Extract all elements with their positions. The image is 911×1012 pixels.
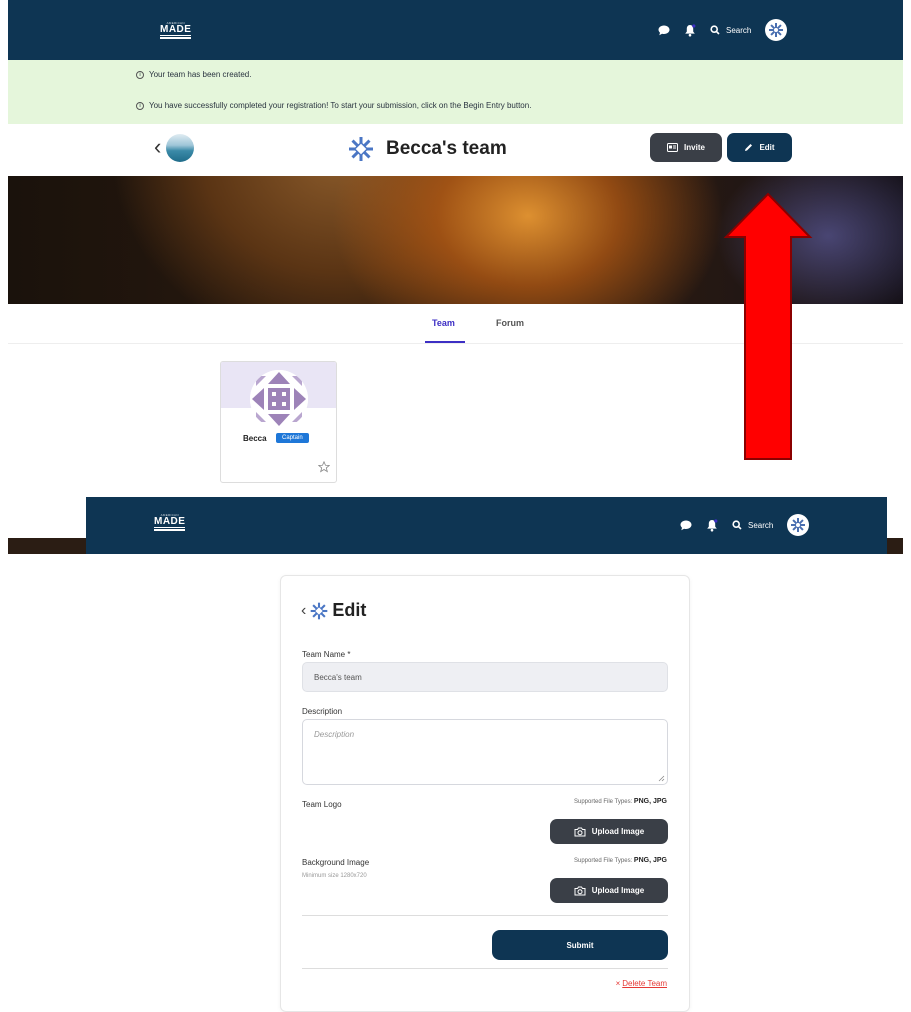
nav-actions: Search: [680, 514, 810, 536]
user-avatar[interactable]: [765, 19, 788, 41]
delete-team-label: Delete Team: [622, 979, 667, 988]
bell-icon[interactable]: [684, 23, 696, 37]
invite-button[interactable]: Invite: [650, 133, 722, 162]
resize-grip-icon[interactable]: [658, 775, 665, 782]
team-name-label: Team Name *: [302, 650, 351, 659]
alert-registration-complete: i You have successfully completed your r…: [136, 101, 531, 110]
tab-team[interactable]: Team: [432, 318, 455, 328]
chat-icon[interactable]: [680, 520, 692, 531]
quilt-pattern-icon: [250, 370, 308, 428]
search-button[interactable]: Search: [710, 25, 751, 35]
brand-logo[interactable]: AMERICAN MADE: [160, 21, 192, 39]
nav-actions: Search: [658, 19, 788, 41]
tab-forum[interactable]: Forum: [496, 318, 524, 328]
background-supported-types: Supported File Types: PNG, JPG: [574, 857, 667, 864]
edit-header: ‹ Edit: [301, 600, 366, 621]
team-logo-label: Team Logo: [302, 800, 342, 809]
star-icon[interactable]: [317, 460, 331, 478]
search-label: Search: [726, 25, 752, 35]
logo-small-text: AMERICAN: [160, 513, 179, 517]
upload-label: Upload Image: [591, 886, 645, 895]
snowflake-logo-icon: [769, 23, 784, 37]
info-icon: i: [136, 101, 144, 110]
snowflake-logo-icon: [791, 518, 806, 532]
logo-bar: [160, 37, 192, 39]
description-label: Description: [302, 707, 343, 716]
edit-navbar: AMERICAN MADE Search: [86, 497, 887, 554]
team-header: ‹ Becca's team Invite Edit: [8, 124, 903, 176]
camera-icon: [574, 886, 586, 895]
member-avatar: [250, 370, 308, 428]
brand-logo[interactable]: AMERICAN MADE: [154, 513, 186, 531]
form-divider: [302, 968, 668, 969]
background-image-label: Background Image: [302, 858, 370, 867]
edit-team-form: ‹ Edit Team Name * Becca's team Descript…: [280, 575, 690, 1012]
logo-big-text: MADE: [154, 516, 186, 528]
edit-title: Edit: [332, 600, 367, 620]
id-card-icon: [667, 143, 679, 152]
user-avatar[interactable]: [787, 514, 810, 536]
red-arrow-annotation: [723, 192, 813, 460]
active-tab-indicator: [425, 341, 465, 343]
team-thumbnail[interactable]: [166, 134, 194, 162]
search-icon: [732, 520, 742, 530]
delete-team-link[interactable]: × Delete Team: [616, 979, 667, 988]
supported-prefix: Supported File Types:: [573, 858, 633, 864]
invite-label: Invite: [684, 143, 705, 152]
team-title: Becca's team: [348, 136, 507, 162]
upload-background-button[interactable]: Upload Image: [550, 878, 668, 903]
chevron-left-icon[interactable]: ‹: [301, 602, 306, 620]
logo-small-text: AMERICAN: [166, 21, 185, 25]
close-icon: ×: [615, 979, 621, 988]
info-icon: i: [136, 70, 144, 79]
snowflake-logo-icon: [349, 137, 373, 161]
description-placeholder: Description: [314, 730, 355, 739]
alert-text: Your team has been created.: [149, 70, 252, 79]
team-name: Becca's team: [386, 138, 507, 159]
screenshot-composite: AMERICAN MADE Search i Your team has bee…: [0, 0, 911, 1012]
alert-banner: i Your team has been created. i You have…: [8, 60, 903, 124]
top-navbar: AMERICAN MADE Search: [8, 0, 903, 60]
logo-supported-types: Supported File Types: PNG, JPG: [574, 798, 667, 805]
pencil-icon: [745, 144, 753, 151]
supported-prefix: Supported File Types:: [573, 799, 633, 805]
edit-button[interactable]: Edit: [727, 133, 792, 162]
logo-bar: [154, 529, 186, 531]
search-icon: [710, 25, 720, 35]
form-divider: [302, 915, 668, 916]
camera-icon: [574, 827, 586, 836]
logo-big-text: MADE: [160, 24, 192, 36]
member-card[interactable]: Becca Captain: [220, 361, 337, 483]
supported-types: PNG, JPG: [633, 798, 667, 805]
snowflake-logo-icon: [311, 602, 328, 619]
upload-logo-button[interactable]: Upload Image: [550, 819, 668, 844]
search-label: Search: [748, 520, 774, 530]
alert-team-created: i Your team has been created.: [136, 70, 251, 79]
chevron-left-icon[interactable]: ‹: [154, 136, 161, 158]
search-button[interactable]: Search: [732, 520, 773, 530]
team-name-value: Becca's team: [314, 672, 362, 682]
description-textarea[interactable]: Description: [302, 719, 668, 785]
bell-icon[interactable]: [706, 518, 718, 532]
member-name: Becca: [243, 434, 267, 443]
alert-text: You have successfully completed your reg…: [149, 101, 532, 110]
submit-label: Submit: [566, 940, 594, 950]
chat-icon[interactable]: [658, 25, 670, 36]
supported-types: PNG, JPG: [633, 857, 667, 864]
captain-badge: Captain: [276, 433, 309, 443]
submit-button[interactable]: Submit: [492, 930, 668, 960]
background-size-hint: Minimum size 1280x720: [302, 873, 367, 879]
edit-label: Edit: [759, 143, 775, 152]
team-name-input[interactable]: Becca's team: [302, 662, 668, 692]
upload-label: Upload Image: [591, 827, 645, 836]
